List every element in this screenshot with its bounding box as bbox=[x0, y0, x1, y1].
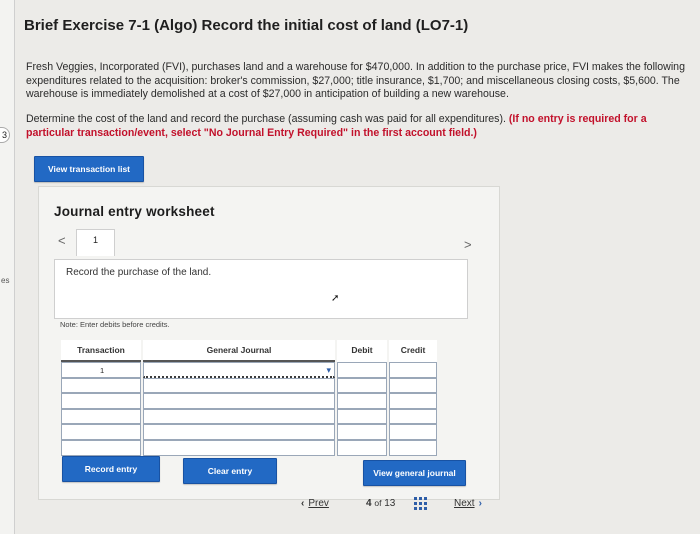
grid-view-icon[interactable] bbox=[414, 497, 428, 514]
total-pages: 13 bbox=[384, 498, 396, 509]
debit-input[interactable] bbox=[337, 408, 387, 425]
transaction-cell bbox=[61, 408, 141, 425]
credit-input[interactable] bbox=[389, 362, 437, 378]
left-gutter bbox=[0, 0, 15, 534]
instruction-text: Determine the cost of the land and recor… bbox=[26, 113, 509, 125]
current-page: 4 bbox=[366, 498, 372, 509]
mouse-cursor-icon: ➚ bbox=[331, 293, 340, 304]
tab-entry-1[interactable]: 1 bbox=[76, 229, 115, 256]
credit-input[interactable] bbox=[389, 424, 437, 440]
entry-note: Note: Enter debits before credits. bbox=[60, 320, 170, 329]
next-button[interactable]: Next › bbox=[454, 498, 482, 509]
account-select[interactable]: ▾ bbox=[143, 362, 335, 378]
prev-entry-chevron-icon[interactable]: < bbox=[58, 233, 66, 248]
chevron-right-icon: › bbox=[478, 498, 482, 509]
header-credit: Credit bbox=[389, 340, 437, 364]
account-select[interactable] bbox=[143, 408, 335, 425]
account-select[interactable] bbox=[143, 424, 335, 440]
debit-input[interactable] bbox=[337, 362, 387, 378]
worksheet-title: Journal entry worksheet bbox=[54, 204, 215, 219]
credit-input[interactable] bbox=[389, 377, 437, 394]
account-select[interactable] bbox=[143, 377, 335, 394]
credit-input[interactable] bbox=[389, 393, 437, 409]
transaction-cell bbox=[61, 377, 141, 394]
record-entry-button[interactable]: Record entry bbox=[62, 456, 160, 482]
credit-input[interactable] bbox=[389, 440, 437, 456]
view-transaction-list-button[interactable]: View transaction list bbox=[34, 156, 144, 182]
page-of-label: of bbox=[374, 498, 382, 508]
transaction-cell bbox=[61, 440, 141, 456]
problem-paragraph: Fresh Veggies, Incorporated (FVI), purch… bbox=[26, 61, 685, 101]
credit-input[interactable] bbox=[389, 408, 437, 425]
instruction-paragraph: Determine the cost of the land and recor… bbox=[26, 113, 686, 140]
next-entry-chevron-icon[interactable]: > bbox=[464, 237, 472, 252]
account-select[interactable] bbox=[143, 440, 335, 456]
debit-input[interactable] bbox=[337, 377, 387, 394]
debit-input[interactable] bbox=[337, 440, 387, 456]
prev-button[interactable]: ‹ Prev bbox=[301, 498, 329, 509]
page-title: Brief Exercise 7-1 (Algo) Record the ini… bbox=[24, 17, 469, 34]
header-transaction: Transaction bbox=[61, 340, 141, 362]
clear-entry-button[interactable]: Clear entry bbox=[183, 458, 277, 484]
prev-label: Prev bbox=[308, 498, 329, 509]
gutter-fragment: es bbox=[1, 276, 10, 285]
account-select[interactable] bbox=[143, 393, 335, 409]
page-indicator: 4 of 13 bbox=[366, 498, 395, 509]
debit-input[interactable] bbox=[337, 424, 387, 440]
view-general-journal-button[interactable]: View general journal bbox=[363, 460, 466, 486]
transaction-cell bbox=[61, 393, 141, 409]
transaction-cell: 1 bbox=[61, 362, 141, 378]
header-debit: Debit bbox=[337, 340, 387, 364]
chevron-left-icon: ‹ bbox=[301, 498, 305, 509]
next-label: Next bbox=[454, 498, 475, 509]
debit-input[interactable] bbox=[337, 393, 387, 409]
dropdown-arrow-icon[interactable]: ▾ bbox=[326, 363, 331, 379]
transaction-cell bbox=[61, 424, 141, 440]
header-general-journal: General Journal bbox=[143, 340, 335, 362]
instruction-text: Record the purchase of the land. bbox=[66, 267, 212, 278]
